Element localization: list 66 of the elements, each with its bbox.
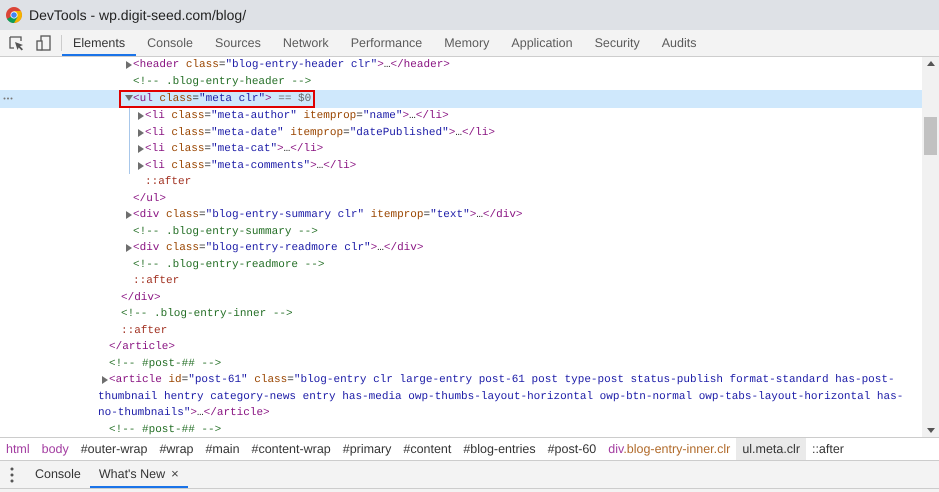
dom-node-text[interactable]: <li class="meta-cat">…</li> [134, 141, 922, 158]
dom-node-text[interactable]: <li class="meta-comments">…</li> [134, 158, 922, 174]
scrollbar[interactable] [922, 57, 939, 437]
dom-node-text[interactable]: ::after [134, 174, 922, 190]
dom-node-text[interactable]: <!-- .blog-entry-inner --> [110, 306, 922, 322]
close-icon[interactable]: × [171, 466, 179, 481]
dom-node-text[interactable]: <!-- .blog-entry-summary --> [122, 224, 922, 240]
dom-node-text[interactable]: <div class="blog-entry-summary clr" itemprop="text">…</div> [122, 207, 922, 224]
expand-triangle-icon[interactable] [137, 112, 145, 120]
collapse-triangle-icon[interactable] [125, 94, 133, 102]
dom-node-text[interactable]: </ul> [122, 190, 922, 207]
panel-tab[interactable]: Network [272, 32, 340, 56]
dom-node-text[interactable]: <!-- #post-## --> [98, 422, 922, 437]
drawer-tab-label[interactable]: What's New [98, 466, 166, 480]
more-dots-icon[interactable] [3, 97, 13, 100]
dom-node-text[interactable]: <header class="blog-entry-header clr">…</header> [122, 57, 922, 74]
dom-node-text[interactable]: ::after [122, 273, 922, 290]
panel-tab[interactable]: Application [500, 32, 584, 56]
panel-tab[interactable]: Sources [204, 32, 272, 56]
breadcrumb-item[interactable]: ul.meta.clr [736, 438, 806, 460]
expand-triangle-icon[interactable] [125, 211, 133, 219]
drawer-tab-label[interactable]: Console [35, 466, 81, 480]
dom-node-text[interactable]: <li class="meta-author" itemprop="name">…</li> [134, 108, 922, 124]
dom-node-text[interactable]: <!-- #post-## --> [98, 356, 922, 372]
panel-tab[interactable]: Elements [62, 32, 136, 56]
dom-node-text[interactable]: </div> [110, 290, 922, 306]
scrollbar-thumb[interactable] [924, 117, 937, 155]
breadcrumb-item[interactable]: #post-60 [542, 438, 602, 460]
more-vertical-icon[interactable] [10, 466, 14, 482]
breadcrumb-item[interactable]: #blog-entries [457, 438, 542, 460]
dom-node-text[interactable]: <!-- .blog-entry-header --> [122, 74, 922, 90]
dom-node-text[interactable]: <ul class="meta clr"> == $0 [133, 93, 312, 105]
panel-tab[interactable]: Security [584, 32, 651, 56]
dom-node-text[interactable]: </article> [98, 339, 922, 356]
dom-node-text[interactable]: <li class="meta-date" itemprop="datePublished">…</li> [134, 124, 922, 141]
breadcrumb-item[interactable]: #main [199, 438, 246, 460]
dom-node-text[interactable]: <div class="blog-entry-readmore clr">…</div> [122, 240, 922, 256]
panel-tab[interactable]: Audits [650, 32, 708, 56]
device-toggle-icon[interactable] [36, 35, 51, 51]
breadcrumb-item[interactable]: html [0, 438, 36, 460]
panel-tab[interactable]: Memory [433, 32, 500, 56]
breadcrumb-item[interactable]: #content-wrap [246, 438, 337, 460]
breadcrumb-item[interactable]: div.blog-entry-inner.clr [602, 438, 736, 460]
expand-triangle-icon[interactable] [101, 376, 109, 384]
window-title: DevTools - wp.digit-seed.com/blog/ [29, 7, 246, 23]
expand-triangle-icon[interactable] [137, 128, 145, 136]
breadcrumb-item[interactable]: ::after [806, 438, 850, 460]
breadcrumb-item[interactable]: #primary [336, 438, 398, 460]
panel-tab[interactable]: Console [136, 32, 204, 56]
expand-triangle-icon[interactable] [137, 162, 145, 170]
dom-node-text[interactable]: ::after [110, 322, 922, 339]
breadcrumb-item[interactable]: #wrap [153, 438, 200, 460]
scroll-up-icon[interactable] [926, 61, 934, 66]
inspect-cursor-icon[interactable] [9, 36, 24, 50]
browser-logo-icon [6, 7, 22, 23]
expand-triangle-icon[interactable] [125, 244, 133, 252]
breadcrumb-item[interactable]: #content [397, 438, 458, 460]
expand-triangle-icon[interactable] [137, 145, 145, 153]
panel-tab[interactable]: Performance [340, 32, 434, 56]
dom-node-text[interactable]: <!-- .blog-entry-readmore --> [122, 256, 922, 273]
breadcrumb-item[interactable]: #outer-wrap [74, 438, 154, 460]
scroll-down-icon[interactable] [926, 428, 934, 433]
expand-triangle-icon[interactable] [125, 61, 133, 69]
breadcrumb-item[interactable]: body [36, 438, 75, 460]
dom-node-text[interactable]: <article id="post-61" class="blog-entry clr large-entry post-61 post type-post status-publish format-standard has-post-thumbnail hentry category-news entry has-media owp-thumbs-layout-horizontal owp-btn-normal owp-tabs-layout-horizontal has-no-thumbnails">…</article> [98, 372, 922, 422]
drawer-tab[interactable]: Console [26, 461, 90, 488]
